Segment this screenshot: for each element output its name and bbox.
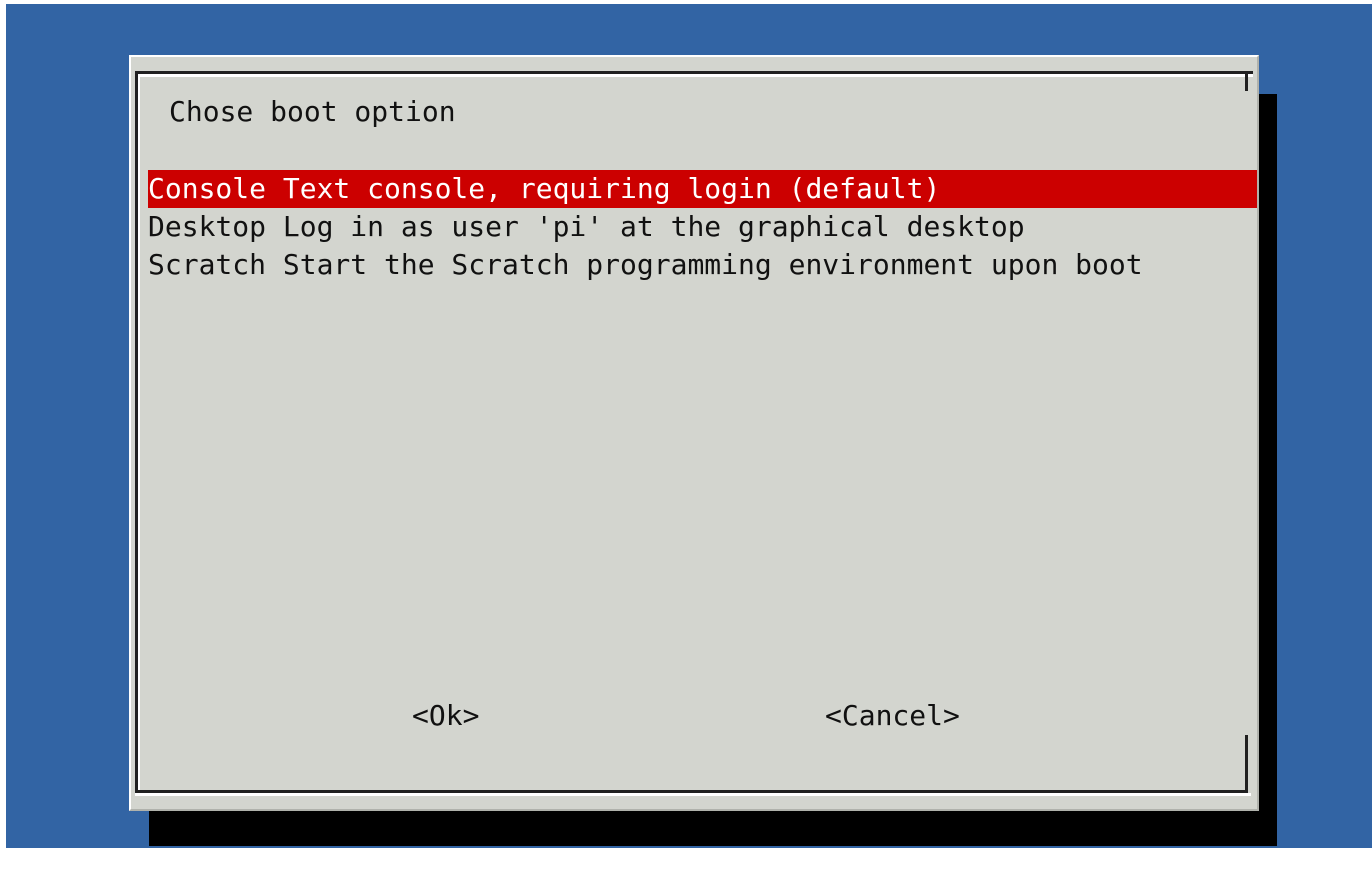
dialog-title: Chose boot option [169,95,456,128]
cancel-button[interactable]: <Cancel> [825,697,960,735]
ok-button[interactable]: <Ok> [412,697,479,735]
boot-option-menu: Console Text console, requiring login (d… [148,170,1257,284]
frame-right-edge-bottom [1245,735,1248,795]
frame-right-edge-top [1245,71,1248,91]
boot-option-dialog: Chose boot option Console Text console, … [129,55,1259,811]
menu-item-scratch[interactable]: Scratch Start the Scratch programming en… [148,246,1257,284]
frame-top-highlight [135,74,1253,77]
menu-item-desktop[interactable]: Desktop Log in as user 'pi' at the graph… [148,208,1257,246]
frame-bottom-highlight [135,793,1251,796]
frame-left-highlight [138,74,140,792]
menu-item-console[interactable]: Console Text console, requiring login (d… [148,170,1257,208]
terminal-screen: Chose boot option Console Text console, … [6,4,1372,848]
